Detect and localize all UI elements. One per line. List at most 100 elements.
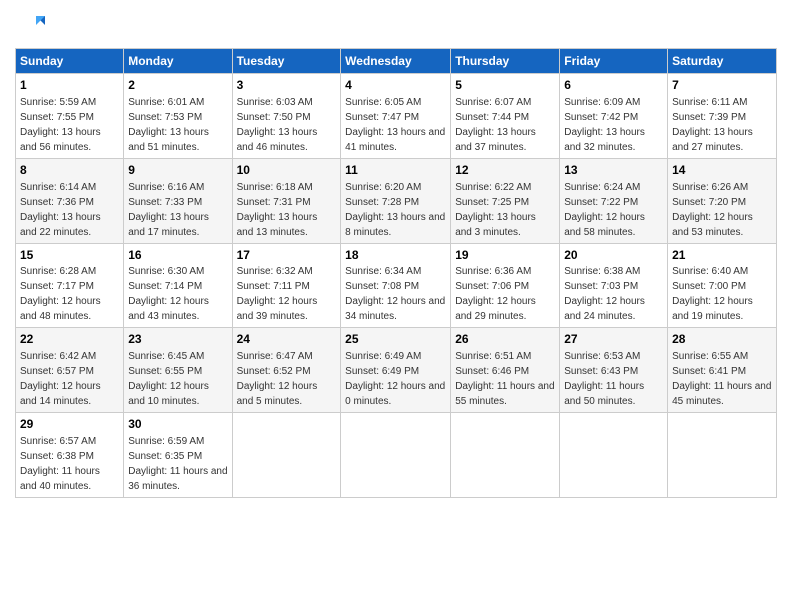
- sunrise-info: Sunrise: 6:09 AM: [564, 97, 640, 108]
- sunset-info: Sunset: 7:50 PM: [237, 112, 311, 123]
- sunset-info: Sunset: 7:28 PM: [345, 197, 419, 208]
- daylight-info: Daylight: 12 hours and 39 minutes.: [237, 296, 318, 322]
- sunrise-info: Sunrise: 6:47 AM: [237, 351, 313, 362]
- sunrise-info: Sunrise: 6:22 AM: [455, 182, 531, 193]
- day-cell: 5 Sunrise: 6:07 AM Sunset: 7:44 PM Dayli…: [451, 74, 560, 159]
- day-number: 22: [20, 331, 119, 348]
- daylight-info: Daylight: 13 hours and 3 minutes.: [455, 212, 536, 238]
- day-cell: 8 Sunrise: 6:14 AM Sunset: 7:36 PM Dayli…: [16, 158, 124, 243]
- day-number: 2: [128, 77, 227, 94]
- day-cell: 30 Sunrise: 6:59 AM Sunset: 6:35 PM Dayl…: [124, 413, 232, 498]
- day-number: 5: [455, 77, 555, 94]
- day-number: 17: [237, 247, 337, 264]
- day-cell: 29 Sunrise: 6:57 AM Sunset: 6:38 PM Dayl…: [16, 413, 124, 498]
- sunrise-info: Sunrise: 6:14 AM: [20, 182, 96, 193]
- day-number: 9: [128, 162, 227, 179]
- day-cell: [341, 413, 451, 498]
- sunrise-info: Sunrise: 6:32 AM: [237, 266, 313, 277]
- week-row-1: 1 Sunrise: 5:59 AM Sunset: 7:55 PM Dayli…: [16, 74, 777, 159]
- daylight-info: Daylight: 13 hours and 17 minutes.: [128, 212, 209, 238]
- sunset-info: Sunset: 7:20 PM: [672, 197, 746, 208]
- sunrise-info: Sunrise: 6:18 AM: [237, 182, 313, 193]
- sunrise-info: Sunrise: 6:59 AM: [128, 436, 204, 447]
- day-number: 23: [128, 331, 227, 348]
- sunset-info: Sunset: 6:38 PM: [20, 451, 94, 462]
- sunrise-info: Sunrise: 6:57 AM: [20, 436, 96, 447]
- daylight-info: Daylight: 12 hours and 48 minutes.: [20, 296, 101, 322]
- sunset-info: Sunset: 6:35 PM: [128, 451, 202, 462]
- daylight-info: Daylight: 13 hours and 46 minutes.: [237, 127, 318, 153]
- sunrise-info: Sunrise: 6:24 AM: [564, 182, 640, 193]
- day-number: 1: [20, 77, 119, 94]
- day-number: 7: [672, 77, 772, 94]
- sunset-info: Sunset: 7:22 PM: [564, 197, 638, 208]
- day-number: 18: [345, 247, 446, 264]
- sunrise-info: Sunrise: 6:16 AM: [128, 182, 204, 193]
- sunset-info: Sunset: 6:57 PM: [20, 366, 94, 377]
- sunset-info: Sunset: 7:31 PM: [237, 197, 311, 208]
- daylight-info: Daylight: 13 hours and 41 minutes.: [345, 127, 445, 153]
- calendar-container: SundayMondayTuesdayWednesdayThursdayFrid…: [0, 0, 792, 508]
- sunset-info: Sunset: 7:53 PM: [128, 112, 202, 123]
- day-header-saturday: Saturday: [668, 49, 777, 74]
- daylight-info: Daylight: 12 hours and 34 minutes.: [345, 296, 445, 322]
- day-cell: 20 Sunrise: 6:38 AM Sunset: 7:03 PM Dayl…: [560, 243, 668, 328]
- daylight-info: Daylight: 11 hours and 55 minutes.: [455, 381, 554, 407]
- day-header-thursday: Thursday: [451, 49, 560, 74]
- day-header-wednesday: Wednesday: [341, 49, 451, 74]
- sunrise-info: Sunrise: 6:38 AM: [564, 266, 640, 277]
- sunset-info: Sunset: 7:36 PM: [20, 197, 94, 208]
- day-cell: 18 Sunrise: 6:34 AM Sunset: 7:08 PM Dayl…: [341, 243, 451, 328]
- day-cell: 11 Sunrise: 6:20 AM Sunset: 7:28 PM Dayl…: [341, 158, 451, 243]
- day-number: 20: [564, 247, 663, 264]
- week-row-4: 22 Sunrise: 6:42 AM Sunset: 6:57 PM Dayl…: [16, 328, 777, 413]
- sunset-info: Sunset: 7:00 PM: [672, 281, 746, 292]
- day-number: 19: [455, 247, 555, 264]
- daylight-info: Daylight: 12 hours and 53 minutes.: [672, 212, 753, 238]
- sunrise-info: Sunrise: 6:20 AM: [345, 182, 421, 193]
- sunset-info: Sunset: 7:03 PM: [564, 281, 638, 292]
- day-cell: 2 Sunrise: 6:01 AM Sunset: 7:53 PM Dayli…: [124, 74, 232, 159]
- day-cell: 14 Sunrise: 6:26 AM Sunset: 7:20 PM Dayl…: [668, 158, 777, 243]
- sunset-info: Sunset: 7:08 PM: [345, 281, 419, 292]
- daylight-info: Daylight: 12 hours and 0 minutes.: [345, 381, 445, 407]
- sunset-info: Sunset: 7:06 PM: [455, 281, 529, 292]
- day-number: 26: [455, 331, 555, 348]
- daylight-info: Daylight: 13 hours and 8 minutes.: [345, 212, 445, 238]
- calendar-table: SundayMondayTuesdayWednesdayThursdayFrid…: [15, 48, 777, 498]
- day-cell: 4 Sunrise: 6:05 AM Sunset: 7:47 PM Dayli…: [341, 74, 451, 159]
- daylight-info: Daylight: 13 hours and 27 minutes.: [672, 127, 753, 153]
- sunset-info: Sunset: 6:41 PM: [672, 366, 746, 377]
- daylight-info: Daylight: 13 hours and 56 minutes.: [20, 127, 101, 153]
- daylight-info: Daylight: 12 hours and 5 minutes.: [237, 381, 318, 407]
- sunrise-info: Sunrise: 6:03 AM: [237, 97, 313, 108]
- daylight-info: Daylight: 12 hours and 19 minutes.: [672, 296, 753, 322]
- daylight-info: Daylight: 12 hours and 24 minutes.: [564, 296, 645, 322]
- daylight-info: Daylight: 12 hours and 29 minutes.: [455, 296, 536, 322]
- sunset-info: Sunset: 7:39 PM: [672, 112, 746, 123]
- day-cell: 25 Sunrise: 6:49 AM Sunset: 6:49 PM Dayl…: [341, 328, 451, 413]
- day-cell: 15 Sunrise: 6:28 AM Sunset: 7:17 PM Dayl…: [16, 243, 124, 328]
- day-header-friday: Friday: [560, 49, 668, 74]
- day-number: 21: [672, 247, 772, 264]
- week-row-5: 29 Sunrise: 6:57 AM Sunset: 6:38 PM Dayl…: [16, 413, 777, 498]
- day-cell: 10 Sunrise: 6:18 AM Sunset: 7:31 PM Dayl…: [232, 158, 341, 243]
- day-number: 6: [564, 77, 663, 94]
- sunset-info: Sunset: 7:42 PM: [564, 112, 638, 123]
- day-number: 30: [128, 416, 227, 433]
- daylight-info: Daylight: 13 hours and 13 minutes.: [237, 212, 318, 238]
- sunrise-info: Sunrise: 5:59 AM: [20, 97, 96, 108]
- daylight-info: Daylight: 11 hours and 50 minutes.: [564, 381, 644, 407]
- day-number: 10: [237, 162, 337, 179]
- header-row: SundayMondayTuesdayWednesdayThursdayFrid…: [16, 49, 777, 74]
- sunrise-info: Sunrise: 6:26 AM: [672, 182, 748, 193]
- logo-icon: [15, 10, 45, 40]
- sunset-info: Sunset: 7:11 PM: [237, 281, 310, 292]
- day-number: 28: [672, 331, 772, 348]
- day-cell: 27 Sunrise: 6:53 AM Sunset: 6:43 PM Dayl…: [560, 328, 668, 413]
- sunrise-info: Sunrise: 6:01 AM: [128, 97, 204, 108]
- day-number: 16: [128, 247, 227, 264]
- day-cell: [560, 413, 668, 498]
- sunset-info: Sunset: 6:55 PM: [128, 366, 202, 377]
- sunset-info: Sunset: 7:17 PM: [20, 281, 94, 292]
